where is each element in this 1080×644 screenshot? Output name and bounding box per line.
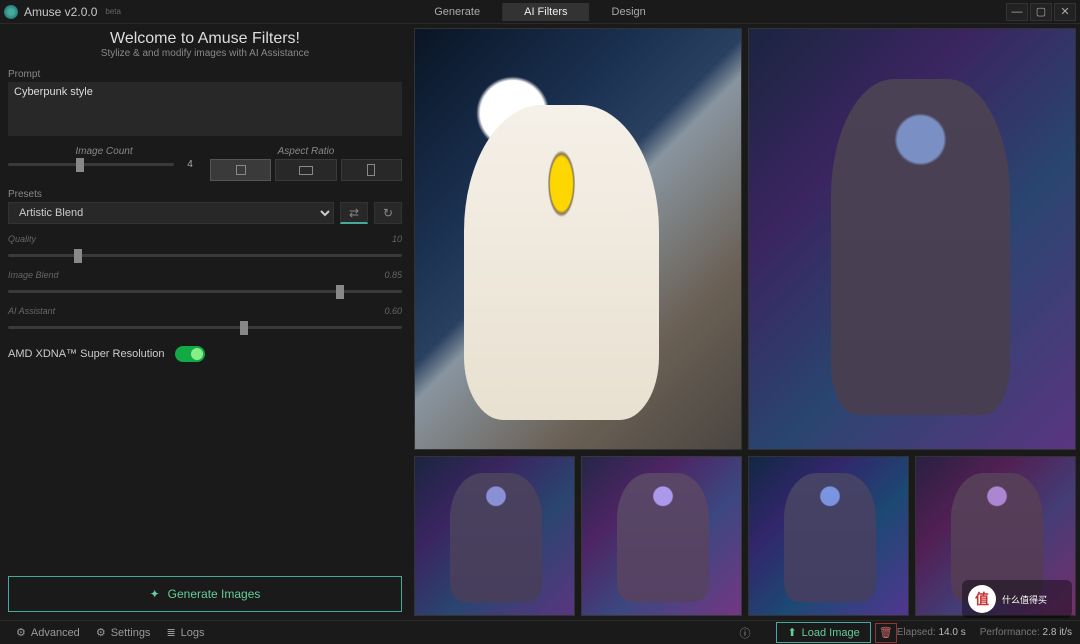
image-blend-value: 0.85 — [384, 270, 402, 280]
app-logo-icon — [4, 5, 18, 19]
aspect-landscape-button[interactable] — [275, 159, 336, 181]
welcome-title: Welcome to Amuse Filters! — [8, 30, 402, 48]
super-resolution-label: AMD XDNA™ Super Resolution — [8, 348, 165, 360]
quality-value: 10 — [392, 234, 402, 244]
shuffle-icon: ⇄ — [349, 206, 359, 220]
aspect-square-button[interactable] — [210, 159, 271, 181]
performance-label: Performance: — [980, 627, 1040, 638]
logs-button[interactable]: ≣Logs — [158, 624, 212, 641]
generate-images-button[interactable]: ✦ Generate Images — [8, 576, 402, 612]
aspect-ratio-label: Aspect Ratio — [210, 146, 402, 157]
maximize-button[interactable]: ▢ — [1030, 3, 1052, 21]
gear-icon: ⚙ — [96, 626, 106, 639]
performance-value: 2.8 it/s — [1043, 627, 1072, 638]
info-icon: ⓘ — [739, 625, 750, 641]
super-resolution-toggle[interactable] — [175, 346, 205, 362]
trash-icon: 🗑 — [879, 626, 893, 639]
tab-design[interactable]: Design — [590, 3, 668, 21]
close-button[interactable]: ✕ — [1054, 3, 1076, 21]
welcome-subtitle: Stylize & and modify images with AI Assi… — [8, 48, 402, 59]
prompt-input[interactable] — [8, 82, 402, 136]
ai-assistant-label: AI Assistant — [8, 306, 55, 316]
prompt-label: Prompt — [8, 69, 402, 80]
settings-button[interactable]: ⚙Settings — [88, 624, 159, 641]
source-image-preview[interactable] — [414, 28, 742, 450]
ai-assistant-slider[interactable] — [8, 326, 402, 329]
thumbnail-2[interactable] — [581, 456, 742, 616]
refresh-button[interactable]: ↻ — [374, 202, 402, 224]
titlebar: Amuse v2.0.0 beta Generate AI Filters De… — [0, 0, 1080, 24]
preset-select[interactable]: Artistic Blend — [8, 202, 334, 224]
delete-button[interactable]: 🗑 — [875, 623, 897, 643]
quality-label: Quality — [8, 234, 36, 244]
tab-ai-filters[interactable]: AI Filters — [502, 3, 589, 21]
shuffle-button[interactable]: ⇄ — [340, 202, 368, 224]
result-image-preview[interactable] — [748, 28, 1076, 450]
load-image-button[interactable]: ⬆Load Image — [776, 622, 870, 643]
watermark-icon: 值 — [968, 585, 996, 613]
image-count-slider[interactable] — [8, 163, 174, 166]
app-title: Amuse v2.0.0 — [24, 5, 97, 19]
info-button[interactable]: ⓘ — [731, 623, 758, 643]
main-tabs: Generate AI Filters Design — [412, 3, 668, 21]
tab-generate[interactable]: Generate — [412, 3, 502, 21]
aspect-portrait-button[interactable] — [341, 159, 402, 181]
main-area — [410, 24, 1080, 620]
image-blend-label: Image Blend — [8, 270, 59, 280]
elapsed-label: Elapsed: — [897, 627, 936, 638]
presets-label: Presets — [8, 189, 402, 200]
footer: ⚙Advanced ⚙Settings ≣Logs ⓘ ⬆Load Image … — [0, 620, 1080, 644]
elapsed-value: 14.0 s — [938, 627, 965, 638]
sidebar: Welcome to Amuse Filters! Stylize & and … — [0, 24, 410, 620]
minimize-button[interactable]: — — [1006, 3, 1028, 21]
quality-slider[interactable] — [8, 254, 402, 257]
generate-label: Generate Images — [168, 587, 261, 601]
watermark: 值 什么值得买 — [962, 580, 1072, 618]
refresh-icon: ↻ — [383, 206, 393, 220]
upload-icon: ⬆ — [787, 626, 796, 639]
image-count-value: 4 — [180, 159, 200, 170]
watermark-text: 什么值得买 — [1002, 593, 1047, 606]
image-count-label: Image Count — [8, 146, 200, 157]
sliders-icon: ⚙ — [16, 626, 26, 639]
list-icon: ≣ — [166, 626, 175, 639]
advanced-button[interactable]: ⚙Advanced — [8, 624, 88, 641]
thumbnail-1[interactable] — [414, 456, 575, 616]
app-title-group: Amuse v2.0.0 beta — [4, 5, 121, 19]
thumbnail-3[interactable] — [748, 456, 909, 616]
ai-assistant-value: 0.60 — [384, 306, 402, 316]
sparkle-icon: ✦ — [150, 587, 160, 601]
image-blend-slider[interactable] — [8, 290, 402, 293]
welcome-header: Welcome to Amuse Filters! Stylize & and … — [8, 30, 402, 59]
beta-tag: beta — [105, 7, 121, 16]
